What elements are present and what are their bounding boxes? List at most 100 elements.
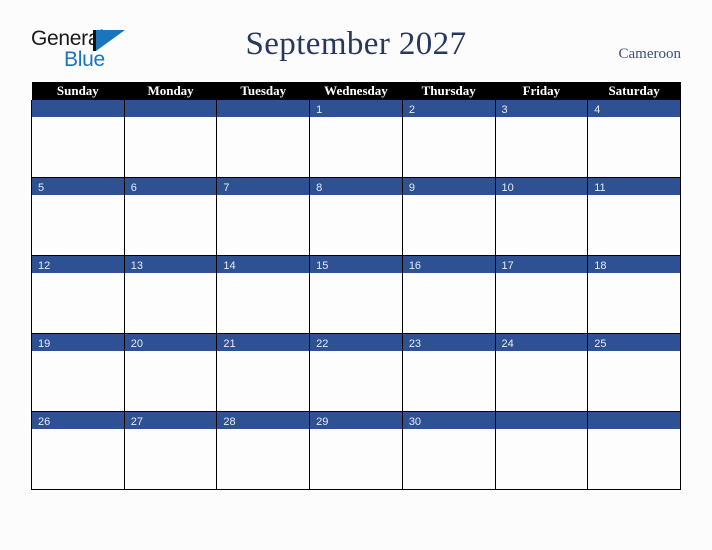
day-notes-area[interactable] (124, 117, 217, 177)
calendar-day-cell[interactable]: 22 (309, 333, 403, 412)
day-number: 23 (408, 338, 422, 350)
calendar-day-cell[interactable]: 25 (587, 333, 681, 412)
calendar-day-cell[interactable]: 3 (494, 100, 589, 178)
page-header: General Blue September 2027 Cameroon (0, 0, 712, 82)
calendar-day-cell[interactable]: 1 (309, 100, 403, 178)
calendar-day-cell[interactable]: 8 (309, 177, 403, 256)
day-number-band: 4 (588, 100, 680, 117)
calendar-day-cell[interactable]: 26 (31, 411, 125, 490)
day-notes-area[interactable] (124, 195, 217, 255)
day-notes-area[interactable] (310, 429, 402, 489)
day-number-band: 9 (402, 178, 495, 195)
calendar-day-cell[interactable]: 2 (401, 100, 496, 178)
weekday-header-saturday: Saturday (587, 82, 681, 100)
day-number-band: 20 (124, 334, 217, 351)
calendar-day-cell[interactable]: 14 (216, 255, 311, 334)
day-number-band: 26 (32, 412, 124, 429)
day-notes-area[interactable] (588, 351, 680, 411)
day-notes-area[interactable] (32, 351, 124, 411)
calendar-day-cell[interactable]: 29 (309, 411, 403, 490)
day-number: 18 (594, 260, 607, 272)
day-number: 22 (316, 338, 329, 350)
day-number-band: 12 (32, 256, 124, 273)
page-title: September 2027 (245, 26, 467, 62)
day-number: 14 (223, 260, 236, 272)
day-notes-area[interactable] (124, 273, 217, 333)
day-notes-area[interactable] (32, 273, 124, 333)
calendar-day-cell[interactable] (216, 100, 311, 178)
calendar-week-row: 1 2 3 4 (31, 100, 681, 178)
day-notes-area[interactable] (402, 195, 495, 255)
day-notes-area[interactable] (217, 351, 310, 411)
day-number: 16 (408, 260, 422, 272)
calendar-day-cell[interactable]: 24 (494, 333, 589, 412)
calendar-day-cell[interactable]: 6 (123, 177, 218, 256)
calendar-week-row: 12 13 14 15 16 17 18 (31, 255, 681, 334)
day-notes-area[interactable] (32, 195, 124, 255)
calendar-day-cell[interactable]: 7 (216, 177, 311, 256)
day-number-band (495, 412, 588, 429)
country-label: Cameroon (618, 46, 681, 62)
weekday-header-monday: Monday (124, 82, 217, 100)
calendar-day-cell[interactable]: 19 (31, 333, 125, 412)
day-number: 26 (38, 416, 51, 428)
day-number: 27 (130, 416, 143, 428)
day-notes-area[interactable] (402, 351, 495, 411)
day-notes-area[interactable] (217, 195, 310, 255)
day-notes-area[interactable] (217, 117, 310, 177)
day-notes-area[interactable] (495, 117, 588, 177)
calendar-day-cell[interactable]: 17 (494, 255, 589, 334)
calendar-day-cell[interactable]: 16 (401, 255, 496, 334)
calendar-day-cell[interactable] (587, 411, 681, 490)
day-notes-area[interactable] (124, 351, 217, 411)
day-notes-area[interactable] (310, 273, 402, 333)
day-notes-area[interactable] (124, 429, 217, 489)
calendar-day-cell[interactable]: 28 (216, 411, 311, 490)
calendar-day-cell[interactable]: 23 (401, 333, 496, 412)
calendar-day-cell[interactable]: 10 (494, 177, 589, 256)
day-notes-area[interactable] (495, 273, 588, 333)
day-notes-area[interactable] (310, 117, 402, 177)
day-notes-area[interactable] (588, 117, 680, 177)
day-notes-area[interactable] (217, 429, 310, 489)
day-number: 12 (38, 260, 51, 272)
day-number: 28 (223, 416, 236, 428)
day-notes-area[interactable] (495, 351, 588, 411)
day-notes-area[interactable] (217, 273, 310, 333)
calendar-day-cell[interactable]: 5 (31, 177, 125, 256)
calendar-day-cell[interactable]: 15 (309, 255, 403, 334)
calendar-day-cell[interactable]: 21 (216, 333, 311, 412)
day-notes-area[interactable] (402, 117, 495, 177)
day-number-band: 27 (124, 412, 217, 429)
day-notes-area[interactable] (402, 429, 495, 489)
day-number: 25 (594, 338, 607, 350)
calendar-body: 1 2 3 4 5 6 7 8 9 10 11 12 13 14 15 16 1… (31, 100, 681, 490)
calendar-day-cell[interactable]: 9 (401, 177, 496, 256)
calendar-day-cell[interactable] (494, 411, 589, 490)
calendar-day-cell[interactable]: 4 (587, 100, 681, 178)
day-notes-area[interactable] (495, 429, 588, 489)
calendar-day-cell[interactable]: 20 (123, 333, 218, 412)
day-notes-area[interactable] (310, 351, 402, 411)
calendar-day-cell[interactable] (31, 100, 125, 178)
day-number: 24 (501, 338, 514, 350)
calendar-day-cell[interactable] (123, 100, 218, 178)
calendar-day-cell[interactable]: 11 (587, 177, 681, 256)
day-notes-area[interactable] (495, 195, 588, 255)
day-notes-area[interactable] (310, 195, 402, 255)
day-notes-area[interactable] (32, 429, 124, 489)
calendar-day-cell[interactable]: 12 (31, 255, 125, 334)
calendar-day-cell[interactable]: 30 (401, 411, 496, 490)
weekday-header-sunday: Sunday (31, 82, 125, 100)
day-number-band: 6 (124, 178, 217, 195)
calendar-day-cell[interactable]: 27 (123, 411, 218, 490)
calendar-day-cell[interactable]: 13 (123, 255, 218, 334)
day-notes-area[interactable] (588, 273, 680, 333)
day-notes-area[interactable] (32, 117, 124, 177)
day-number: 3 (501, 104, 508, 116)
calendar-day-cell[interactable]: 18 (587, 255, 681, 334)
day-number: 11 (594, 182, 606, 194)
day-notes-area[interactable] (588, 429, 680, 489)
day-notes-area[interactable] (402, 273, 495, 333)
day-notes-area[interactable] (588, 195, 680, 255)
